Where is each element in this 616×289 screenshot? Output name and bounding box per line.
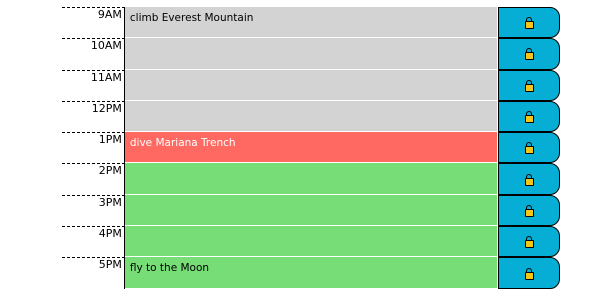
hour-label: 1PM — [62, 132, 125, 164]
save-button[interactable] — [498, 226, 560, 258]
time-block-4pm: 4PM — [62, 226, 560, 258]
time-block-12pm: 12PM — [62, 100, 560, 133]
event-description[interactable]: dive Mariana Trench — [124, 132, 498, 164]
hour-label: 10AM — [62, 38, 125, 70]
time-block-2pm: 2PM — [62, 163, 560, 195]
event-description[interactable] — [124, 194, 498, 227]
save-button[interactable] — [498, 163, 560, 195]
save-button[interactable] — [498, 38, 560, 70]
time-block-1pm: 1PM dive Mariana Trench — [62, 132, 560, 164]
time-block-5pm: 5PM fly to the Moon — [62, 257, 560, 289]
time-block-3pm: 3PM — [62, 194, 560, 227]
lock-icon — [524, 267, 534, 280]
day-scheduler: 9AM climb Everest Mountain 10AM 11AM 12P… — [62, 7, 560, 289]
hour-label: 11AM — [62, 69, 125, 101]
event-description[interactable]: fly to the Moon — [124, 257, 498, 289]
save-button[interactable] — [498, 100, 560, 133]
hour-label: 3PM — [62, 194, 125, 227]
event-description[interactable] — [124, 226, 498, 258]
lock-icon — [524, 79, 534, 92]
time-block-11am: 11AM — [62, 69, 560, 101]
hour-label: 4PM — [62, 226, 125, 258]
time-block-10am: 10AM — [62, 38, 560, 70]
event-description[interactable] — [124, 38, 498, 70]
save-button[interactable] — [498, 194, 560, 227]
hour-label: 2PM — [62, 163, 125, 195]
hour-label: 12PM — [62, 100, 125, 133]
save-button[interactable] — [498, 69, 560, 101]
event-description[interactable] — [124, 163, 498, 195]
lock-icon — [524, 48, 534, 61]
lock-icon — [524, 111, 534, 124]
lock-icon — [524, 204, 534, 217]
event-description[interactable]: climb Everest Mountain — [124, 7, 498, 39]
lock-icon — [524, 173, 534, 186]
lock-icon — [524, 236, 534, 249]
event-description[interactable] — [124, 100, 498, 133]
hour-label: 9AM — [62, 7, 125, 39]
save-button[interactable] — [498, 7, 560, 39]
save-button[interactable] — [498, 257, 560, 289]
event-description[interactable] — [124, 69, 498, 101]
lock-icon — [524, 17, 534, 30]
hour-label: 5PM — [62, 257, 125, 289]
lock-icon — [524, 142, 534, 155]
time-block-9am: 9AM climb Everest Mountain — [62, 7, 560, 39]
save-button[interactable] — [498, 132, 560, 164]
